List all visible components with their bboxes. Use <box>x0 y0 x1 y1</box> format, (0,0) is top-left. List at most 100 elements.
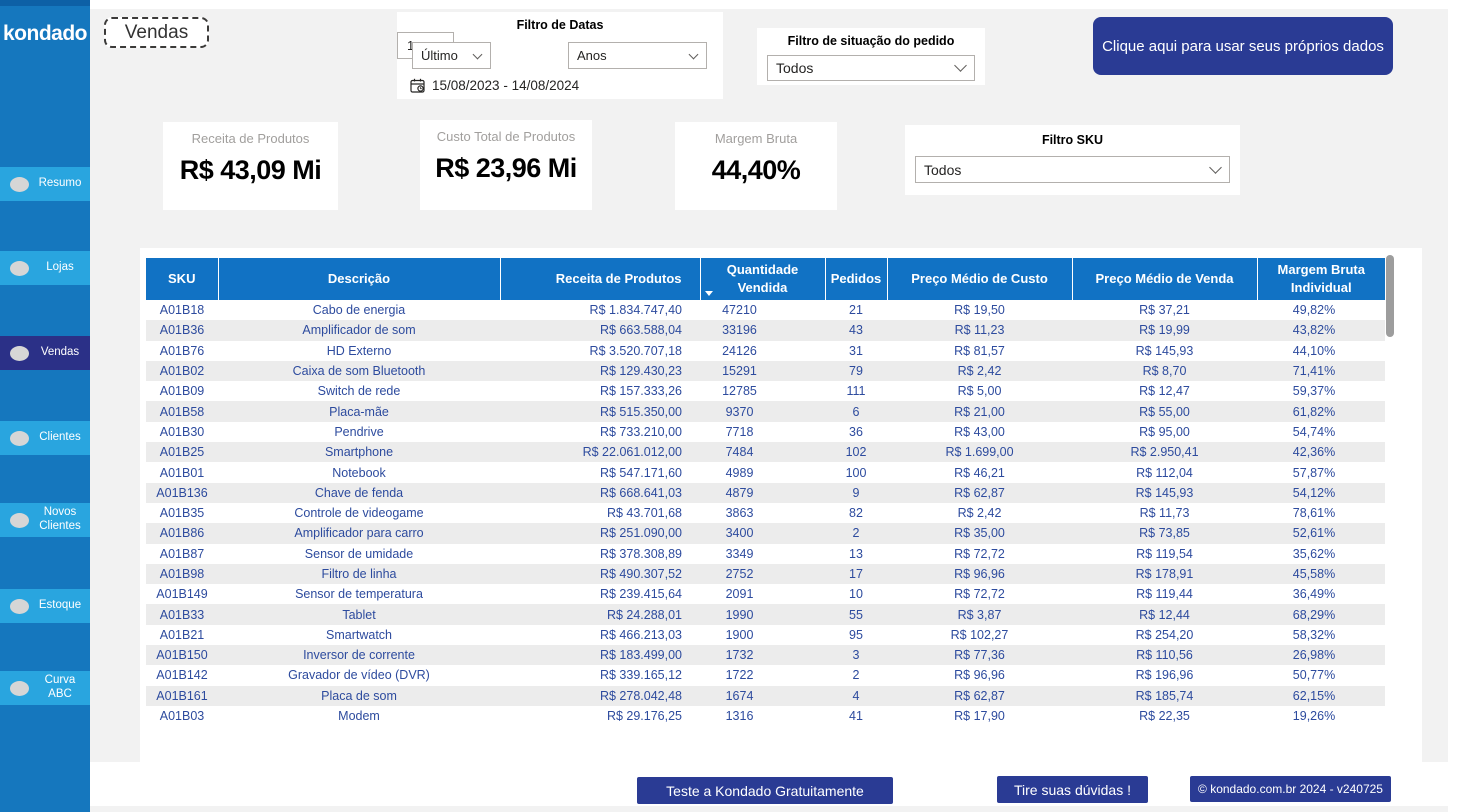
kpi-value: 44,40% <box>675 155 837 186</box>
cell-custo: R$ 62,87 <box>887 686 1072 706</box>
calendar-icon <box>410 78 425 93</box>
sidebar-item-estoque[interactable]: Estoque <box>0 589 90 623</box>
sidebar-item-vendas[interactable]: Vendas <box>0 336 90 370</box>
column-header-qtd[interactable]: Quantidade Vendida <box>700 258 825 300</box>
table-row[interactable]: A01B142Gravador de vídeo (DVR)R$ 339.165… <box>146 665 1385 685</box>
cell-venda: R$ 73,85 <box>1072 523 1257 543</box>
cell-ped: 21 <box>825 300 887 320</box>
table-row[interactable]: A01B33TabletR$ 24.288,01199055R$ 3,87R$ … <box>146 604 1385 624</box>
kpi-card-receita: Receita de Produtos R$ 43,09 Mi <box>163 122 338 210</box>
cell-ped: 2 <box>825 665 887 685</box>
cell-venda: R$ 37,21 <box>1072 300 1257 320</box>
sidebar-item-label: Novos Clientes <box>34 506 86 534</box>
sidebar-item-resumo[interactable]: Resumo <box>0 167 90 201</box>
cell-margem: 44,10% <box>1257 341 1385 361</box>
cell-desc: Notebook <box>218 462 500 482</box>
cell-qtd: 24126 <box>700 341 825 361</box>
column-header-margem[interactable]: Margem Bruta Individual <box>1257 258 1385 300</box>
date-unit-dropdown[interactable]: Anos <box>568 42 707 69</box>
cell-desc: HD Externo <box>218 341 500 361</box>
copyright-version-link[interactable]: © kondado.com.br 2024 - v240725 <box>1190 776 1391 802</box>
cell-venda: R$ 145,93 <box>1072 341 1257 361</box>
table-row[interactable]: A01B98Filtro de linhaR$ 490.307,52275217… <box>146 564 1385 584</box>
date-filter-panel: Filtro de Datas Último Anos 15/08/2023 -… <box>397 12 723 99</box>
column-header-sku[interactable]: SKU <box>146 258 218 300</box>
questions-button[interactable]: Tire suas dúvidas ! <box>997 776 1148 803</box>
cell-sku: A01B03 <box>146 706 218 726</box>
nav-bullet-icon <box>10 261 29 276</box>
table-row[interactable]: A01B150Inversor de correnteR$ 183.499,00… <box>146 645 1385 665</box>
sidebar-item-curva-abc[interactable]: Curva ABC <box>0 671 90 705</box>
cell-custo: R$ 3,87 <box>887 604 1072 624</box>
table-row[interactable]: A01B21SmartwatchR$ 466.213,03190095R$ 10… <box>146 625 1385 645</box>
sidebar-item-novos-clientes[interactable]: Novos Clientes <box>0 503 90 537</box>
table-row[interactable]: A01B18Cabo de energiaR$ 1.834.747,404721… <box>146 300 1385 320</box>
cell-desc: Placa de som <box>218 686 500 706</box>
cell-venda: R$ 55,00 <box>1072 401 1257 421</box>
cell-receita: R$ 278.042,48 <box>500 686 700 706</box>
cell-margem: 61,82% <box>1257 401 1385 421</box>
table-row[interactable]: A01B03ModemR$ 29.176,25131641R$ 17,90R$ … <box>146 706 1385 726</box>
cell-venda: R$ 196,96 <box>1072 665 1257 685</box>
cell-venda: R$ 19,99 <box>1072 320 1257 340</box>
date-mode-dropdown[interactable]: Último <box>412 42 491 69</box>
cell-ped: 10 <box>825 584 887 604</box>
cell-sku: A01B98 <box>146 564 218 584</box>
table-row[interactable]: A01B36Amplificador de somR$ 663.588,0433… <box>146 320 1385 340</box>
table-row[interactable]: A01B86Amplificador para carroR$ 251.090,… <box>146 523 1385 543</box>
cell-sku: A01B30 <box>146 422 218 442</box>
cell-custo: R$ 62,87 <box>887 483 1072 503</box>
cell-ped: 100 <box>825 462 887 482</box>
cell-receita: R$ 378.308,89 <box>500 544 700 564</box>
cell-ped: 3 <box>825 645 887 665</box>
cell-venda: R$ 112,04 <box>1072 462 1257 482</box>
cell-receita: R$ 663.588,04 <box>500 320 700 340</box>
cell-custo: R$ 5,00 <box>887 381 1072 401</box>
chevron-down-icon <box>689 49 699 59</box>
cell-receita: R$ 251.090,00 <box>500 523 700 543</box>
cell-qtd: 3863 <box>700 503 825 523</box>
table-row[interactable]: A01B76HD ExternoR$ 3.520.707,182412631R$… <box>146 341 1385 361</box>
free-trial-button[interactable]: Teste a Kondado Gratuitamente <box>637 777 893 804</box>
cell-ped: 36 <box>825 422 887 442</box>
app-logo: kondado <box>0 22 90 46</box>
table-row[interactable]: A01B161Placa de somR$ 278.042,4816744R$ … <box>146 686 1385 706</box>
cell-sku: A01B76 <box>146 341 218 361</box>
kpi-card-custo: Custo Total de Produtos R$ 23,96 Mi <box>420 120 592 210</box>
table-row[interactable]: A01B30PendriveR$ 733.210,00771836R$ 43,0… <box>146 422 1385 442</box>
table-scrollbar[interactable] <box>1386 255 1394 337</box>
cell-margem: 52,61% <box>1257 523 1385 543</box>
column-header-custo[interactable]: Preço Médio de Custo <box>887 258 1072 300</box>
table-row[interactable]: A01B136Chave de fendaR$ 668.641,0348799R… <box>146 483 1385 503</box>
cell-custo: R$ 21,00 <box>887 401 1072 421</box>
table-row[interactable]: A01B09Switch de redeR$ 157.333,261278511… <box>146 381 1385 401</box>
cell-qtd: 3400 <box>700 523 825 543</box>
sidebar-item-clientes[interactable]: Clientes <box>0 421 90 455</box>
column-header-venda[interactable]: Preço Médio de Venda <box>1072 258 1257 300</box>
use-own-data-button[interactable]: Clique aqui para usar seus próprios dado… <box>1093 17 1393 75</box>
cell-margem: 42,36% <box>1257 442 1385 462</box>
cell-ped: 82 <box>825 503 887 523</box>
cell-qtd: 7484 <box>700 442 825 462</box>
cell-desc: Switch de rede <box>218 381 500 401</box>
table-row[interactable]: A01B58Placa-mãeR$ 515.350,0093706R$ 21,0… <box>146 401 1385 421</box>
sidebar-item-label: Resumo <box>34 177 86 191</box>
cell-qtd: 47210 <box>700 300 825 320</box>
table-row[interactable]: A01B35Controle de videogameR$ 43.701,683… <box>146 503 1385 523</box>
table-row[interactable]: A01B02Caixa de som BluetoothR$ 129.430,2… <box>146 361 1385 381</box>
column-header-ped[interactable]: Pedidos <box>825 258 887 300</box>
sku-dropdown[interactable]: Todos <box>915 156 1230 183</box>
order-status-dropdown[interactable]: Todos <box>767 55 975 81</box>
column-header-receita[interactable]: Receita de Produtos <box>500 258 700 300</box>
cell-desc: Controle de videogame <box>218 503 500 523</box>
table-row[interactable]: A01B01NotebookR$ 547.171,604989100R$ 46,… <box>146 462 1385 482</box>
cell-desc: Filtro de linha <box>218 564 500 584</box>
table-row[interactable]: A01B87Sensor de umidadeR$ 378.308,893349… <box>146 544 1385 564</box>
cell-margem: 45,58% <box>1257 564 1385 584</box>
table-row[interactable]: A01B149Sensor de temperaturaR$ 239.415,6… <box>146 584 1385 604</box>
sku-filter-title: Filtro SKU <box>905 125 1240 147</box>
column-header-desc[interactable]: Descrição <box>218 258 500 300</box>
table-row[interactable]: A01B25SmartphoneR$ 22.061.012,007484102R… <box>146 442 1385 462</box>
kpi-label: Receita de Produtos <box>163 131 338 146</box>
sidebar-item-lojas[interactable]: Lojas <box>0 251 90 285</box>
